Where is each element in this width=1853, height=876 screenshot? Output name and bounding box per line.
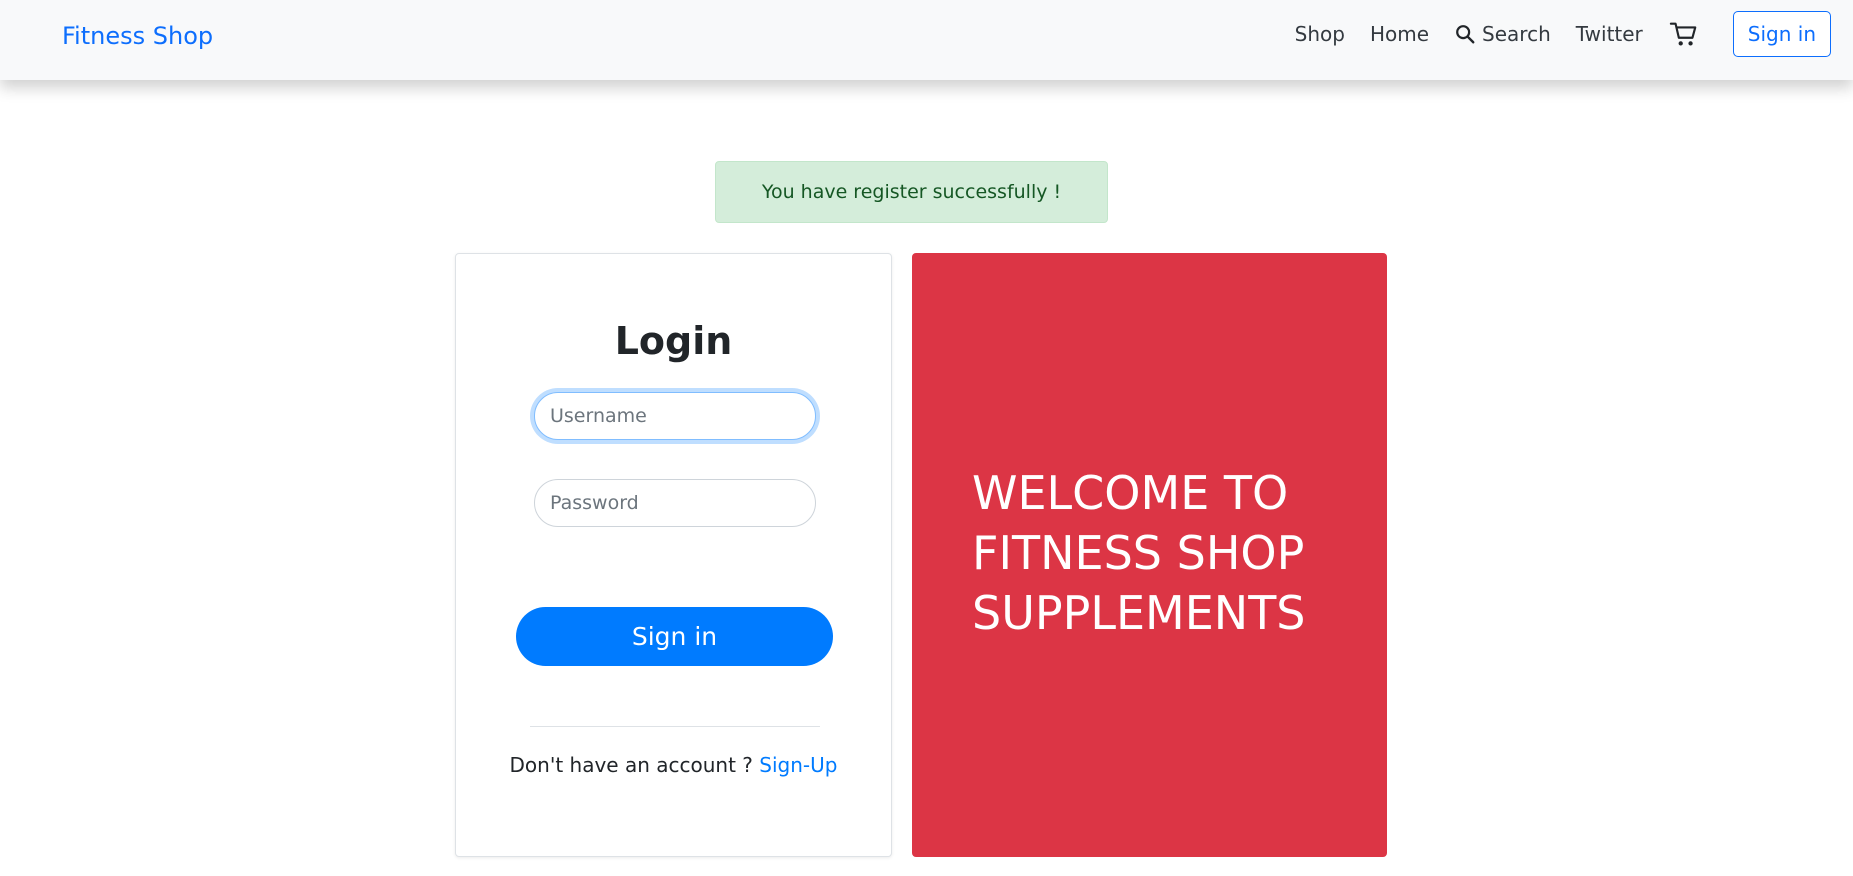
signup-link[interactable]: Sign-Up: [759, 753, 837, 777]
divider: [530, 726, 820, 727]
signup-row: Don't have an account ? Sign-Up: [456, 750, 891, 780]
nav-home-link[interactable]: Home: [1370, 20, 1429, 48]
cart-icon: [1669, 22, 1697, 46]
username-input[interactable]: [534, 392, 816, 440]
cart-link[interactable]: [1669, 19, 1699, 49]
signin-button[interactable]: Sign in: [516, 607, 833, 666]
signup-prompt: Don't have an account ?: [509, 753, 760, 777]
login-title: Login: [614, 319, 733, 363]
nav-twitter-link[interactable]: Twitter: [1576, 20, 1643, 48]
nav-shop-link[interactable]: Shop: [1295, 20, 1345, 48]
login-card: Login Sign in Don't have an account ? Si…: [455, 253, 892, 857]
nav-search-link[interactable]: Search: [1454, 20, 1551, 48]
welcome-panel: WELCOME TO FITNESS SHOP SUPPLEMENTS: [912, 253, 1387, 857]
password-input[interactable]: [534, 479, 816, 527]
welcome-heading: WELCOME TO FITNESS SHOP SUPPLEMENTS: [972, 466, 1306, 640]
nav-signin-button[interactable]: Sign in: [1732, 11, 1831, 57]
nav-links: Shop Home Search Twitter Sign in: [1270, 10, 1831, 58]
top-navbar: Fitness Shop Shop Home Search Twitter Si…: [0, 0, 1853, 80]
nav-search-label: Search: [1482, 22, 1551, 46]
search-icon: [1456, 25, 1475, 44]
success-alert: You have register successfully !: [715, 161, 1108, 223]
brand-link[interactable]: Fitness Shop: [62, 20, 213, 52]
